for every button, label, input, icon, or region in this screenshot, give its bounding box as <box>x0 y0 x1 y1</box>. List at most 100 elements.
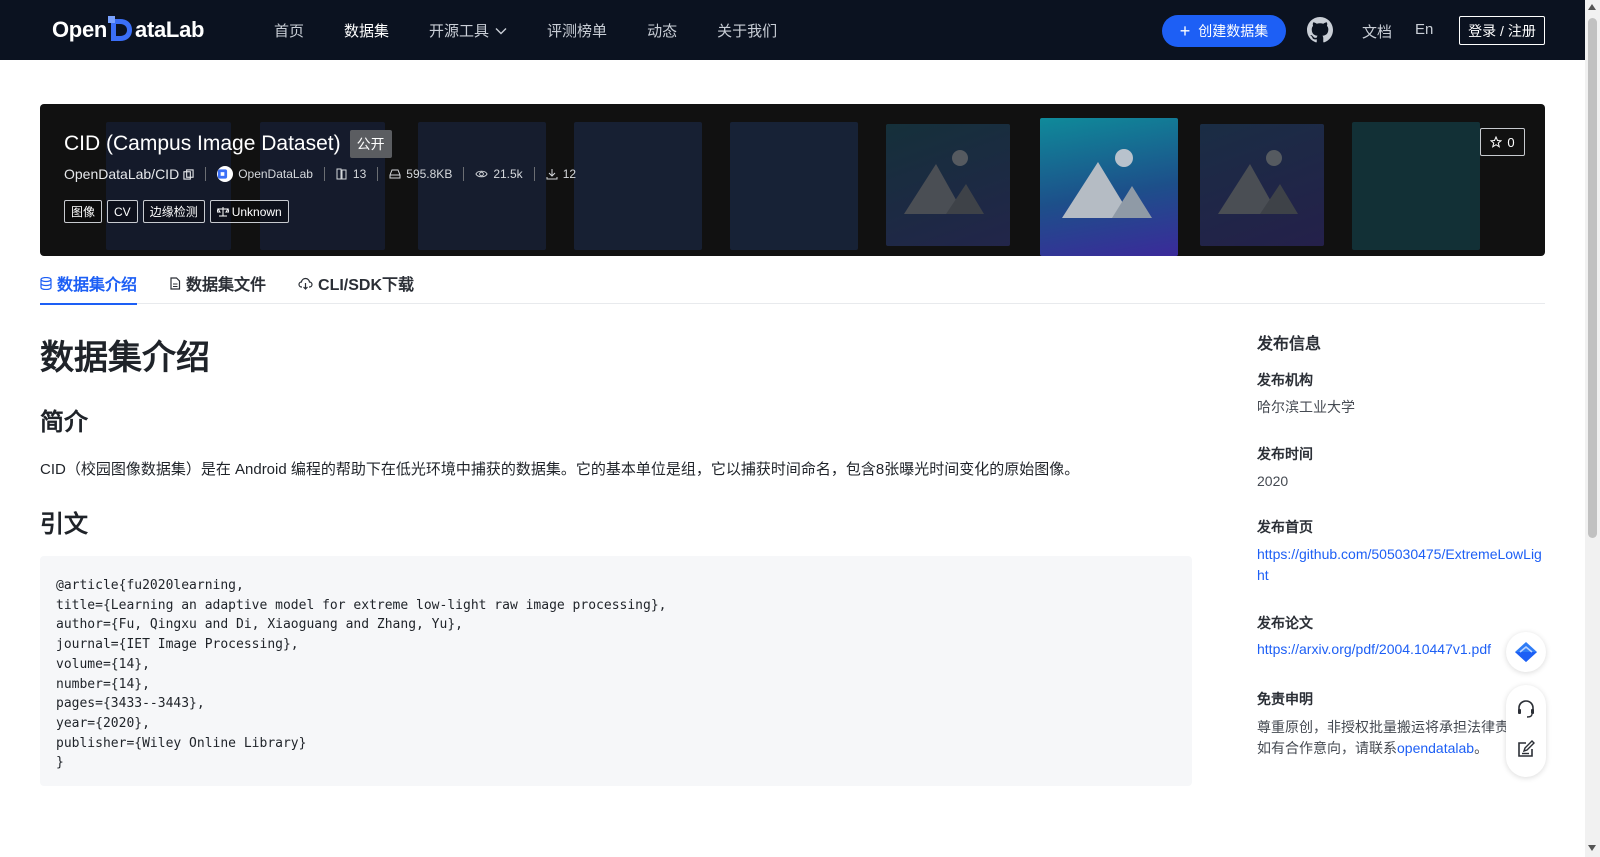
page-title: 数据集介绍 <box>40 339 210 377</box>
divider <box>533 167 535 181</box>
files-icon <box>336 168 347 180</box>
scroll-up-arrow-icon[interactable] <box>1588 4 1596 10</box>
tab-cli-sdk-download[interactable]: CLI/SDK下载 <box>298 262 414 304</box>
code-line: publisher={Wiley Online Library} <box>56 735 307 751</box>
publish-info-title: 发布信息 <box>1257 336 1322 353</box>
code-line: @article{fu2020learning, <box>56 578 244 593</box>
code-line: } <box>56 755 64 771</box>
homepage-link[interactable]: https://github.com/505030475/ExtremeLowL… <box>1257 544 1547 586</box>
main-nav: 首页 数据集 开源工具 评测榜单 动态 关于我们 <box>274 0 817 60</box>
code-line: pages={3433--3443}, <box>56 696 205 712</box>
code-line: year={2020}, <box>56 715 150 731</box>
dataset-tabs: 数据集介绍 数据集文件 CLI/SDK下载 <box>40 262 1545 305</box>
download-count: 12 <box>546 167 576 181</box>
divider <box>377 167 379 181</box>
plus-icon: + <box>1179 21 1191 41</box>
customer-service-icon[interactable] <box>1516 699 1536 719</box>
language-switch[interactable]: En <box>1415 21 1433 38</box>
code-line: number={14}, <box>56 676 150 692</box>
nav-about-label: 关于我们 <box>717 22 778 40</box>
scrollbar-thumb[interactable] <box>1588 18 1597 538</box>
file-count-value: 13 <box>352 167 367 181</box>
star-icon <box>1490 136 1503 148</box>
publisher-label: 发布机构 <box>1257 372 1313 388</box>
download-count-value: 12 <box>562 167 577 181</box>
nav-home[interactable]: 首页 <box>274 20 304 41</box>
disclaimer-text: 尊重原创，非授权批量搬运将承担法律责任 <box>1257 719 1517 735</box>
publish-time-value: 2020 <box>1257 473 1289 489</box>
publisher-org[interactable]: OpenDataLab <box>217 166 313 182</box>
org-avatar-icon <box>217 166 234 182</box>
nav-tools[interactable]: 开源工具 <box>429 20 507 41</box>
divider <box>205 167 207 181</box>
image-placeholder-icon <box>1200 124 1324 246</box>
disclaimer-label: 免责申明 <box>1257 691 1313 707</box>
code-line: title={Learning an adaptive model for ex… <box>56 597 667 613</box>
dataset-hero-banner: CID (Campus Image Dataset) 公开 OpenDataLa… <box>40 104 1545 256</box>
file-count: 13 <box>336 167 366 181</box>
publish-info-sidebar: 发布信息 发布机构 哈尔滨工业大学 发布时间 2020 发布首页 https:/… <box>1257 330 1547 756</box>
tag-modality[interactable]: 图像 <box>64 200 103 223</box>
preview-thumbnail <box>418 122 546 250</box>
paper-link[interactable]: https://arxiv.org/pdf/2004.10447v1.pdf <box>1257 639 1547 660</box>
repo-path-text: OpenDataLab/CID <box>64 166 180 182</box>
citation-heading: 引文 <box>40 511 88 538</box>
publisher-org-name: OpenDataLab <box>238 167 313 181</box>
nav-news-label: 动态 <box>647 22 678 40</box>
visibility-badge: 公开 <box>349 130 392 158</box>
nav-about[interactable]: 关于我们 <box>717 20 777 41</box>
dataset-title-row: CID (Campus Image Dataset) 公开 <box>64 130 392 158</box>
nav-datasets[interactable]: 数据集 <box>344 20 389 41</box>
floating-toolbar <box>1506 685 1546 777</box>
image-placeholder-icon <box>1040 118 1178 256</box>
nav-docs[interactable]: 文档 <box>1362 21 1392 42</box>
opendatalab-logo[interactable]: Open ataLab <box>52 14 204 46</box>
nav-leaderboard[interactable]: 评测榜单 <box>547 20 607 41</box>
feedback-edit-icon[interactable] <box>1516 739 1536 759</box>
tab-dataset-intro-label: 数据集介绍 <box>57 277 138 294</box>
contact-link[interactable]: opendatalab <box>1397 740 1474 756</box>
paper-label: 发布论文 <box>1257 615 1313 631</box>
code-line: volume={14}, <box>56 656 150 672</box>
dataset-size-value: 595.8KB <box>406 167 453 181</box>
tab-dataset-files-label: 数据集文件 <box>186 277 267 294</box>
dataset-size: 595.8KB <box>389 167 452 181</box>
tab-dataset-intro[interactable]: 数据集介绍 <box>40 262 138 305</box>
storage-icon <box>389 169 401 179</box>
nav-news[interactable]: 动态 <box>647 20 677 41</box>
dataset-tags: 图像 CV 边缘检测 Unknown <box>64 200 294 223</box>
copy-icon[interactable] <box>183 168 194 180</box>
disclaimer-suffix: 。 <box>1474 740 1489 756</box>
intro-heading: 简介 <box>40 409 88 436</box>
login-register-button[interactable]: 登录 / 注册 <box>1459 16 1545 45</box>
assistant-icon <box>1515 642 1537 662</box>
page-scrollbar[interactable] <box>1585 0 1600 857</box>
tag-domain[interactable]: CV <box>107 200 138 223</box>
download-icon <box>546 169 558 180</box>
license-value: Unknown <box>231 204 282 219</box>
tab-dataset-files[interactable]: 数据集文件 <box>169 262 266 304</box>
view-count: 21.5k <box>475 167 523 181</box>
scale-icon <box>216 207 229 217</box>
tab-cli-sdk-label: CLI/SDK下载 <box>318 277 415 294</box>
dataset-title: CID (Campus Image Dataset) <box>64 132 341 155</box>
create-dataset-button[interactable]: + 创建数据集 <box>1162 15 1286 47</box>
tag-task[interactable]: 边缘检测 <box>142 200 205 223</box>
intro-text: CID（校园图像数据集）是在 Android 编程的帮助下在低光环境中捕获的数据… <box>40 461 1080 478</box>
nav-leaderboard-label: 评测榜单 <box>547 22 608 40</box>
github-icon[interactable] <box>1307 17 1333 43</box>
create-dataset-label: 创建数据集 <box>1198 23 1269 39</box>
star-button[interactable]: 0 <box>1480 128 1525 156</box>
scroll-down-arrow-icon[interactable] <box>1588 845 1596 851</box>
database-icon <box>40 276 52 290</box>
nav-datasets-label: 数据集 <box>344 22 390 40</box>
license-tag[interactable]: Unknown <box>209 200 289 223</box>
homepage-label: 发布首页 <box>1257 519 1313 535</box>
ai-assistant-button[interactable] <box>1506 632 1546 672</box>
citation-code-block: @article{fu2020learning, title={Learning… <box>40 556 1192 786</box>
disclaimer-contact-text: 如有合作意向，请联系 <box>1257 740 1397 756</box>
star-count: 0 <box>1507 134 1515 150</box>
publish-time-label: 发布时间 <box>1257 446 1313 462</box>
code-line: author={Fu, Qingxu and Di, Xiaoguang and… <box>56 617 463 633</box>
cloud-download-icon <box>298 277 313 290</box>
